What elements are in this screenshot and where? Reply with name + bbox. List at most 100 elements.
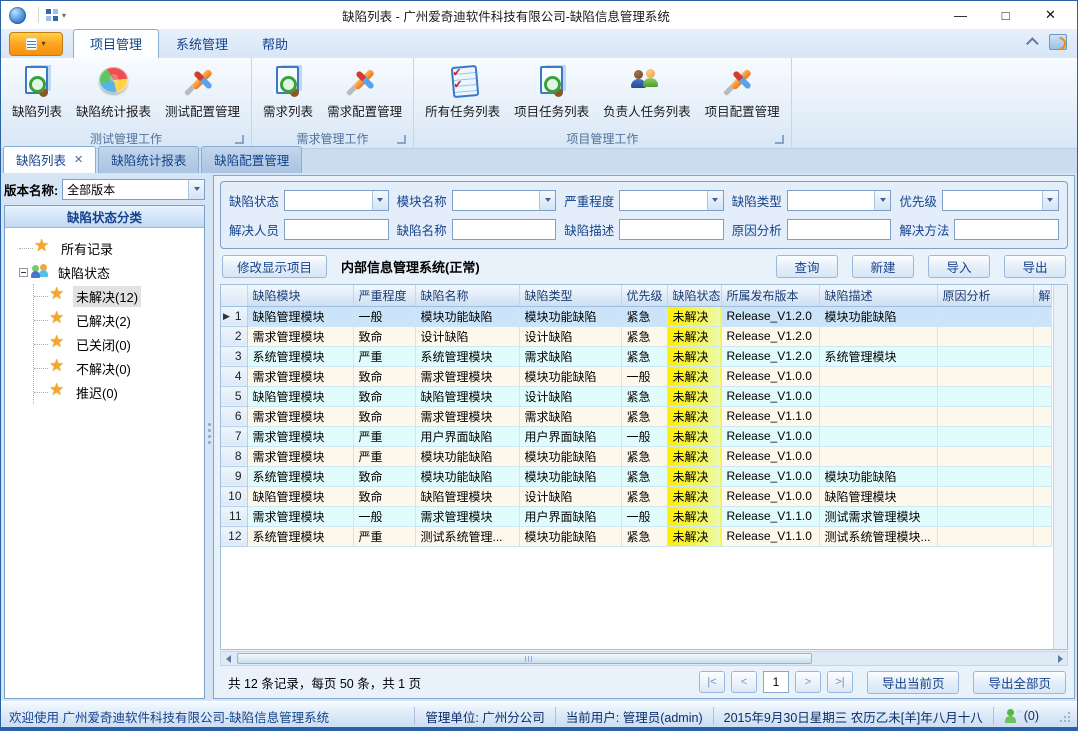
online-users-icon[interactable] xyxy=(1004,708,1020,724)
document-tab[interactable]: 缺陷配置管理 xyxy=(201,146,302,173)
filter-combobox[interactable] xyxy=(942,190,1059,211)
vertical-scrollbar[interactable] xyxy=(1053,285,1067,649)
prev-page-button[interactable]: < xyxy=(731,671,757,693)
table-row[interactable]: 6 需求管理模块 致命 需求管理模块 需求缺陷 紧急 未解决 Release_V… xyxy=(221,406,1052,426)
ribbon-button[interactable]: 项目配置管理 xyxy=(698,60,787,129)
scroll-right-icon[interactable] xyxy=(1053,652,1067,665)
action-button[interactable]: 导入 xyxy=(928,255,990,278)
help-icon[interactable] xyxy=(1049,34,1067,50)
column-header[interactable]: 缺陷类型 xyxy=(519,285,621,306)
ribbon-button-label: 缺陷列表 xyxy=(12,101,62,120)
first-page-button[interactable]: |< xyxy=(699,671,725,693)
tree-item-all-records[interactable]: 所有记录 xyxy=(19,236,202,260)
close-button[interactable]: ✕ xyxy=(1028,3,1073,27)
column-header[interactable]: 原因分析 xyxy=(937,285,1033,306)
filter-combobox[interactable] xyxy=(284,190,389,211)
dialog-launcher-icon[interactable] xyxy=(235,135,244,144)
combo-dropdown-button[interactable] xyxy=(1042,191,1058,210)
app-menu-button[interactable]: ▾ xyxy=(9,32,63,56)
splitter-handle[interactable] xyxy=(205,173,213,701)
cell-type: 设计缺陷 xyxy=(519,386,621,406)
tree-item-status[interactable]: 已解决(2) xyxy=(34,308,202,332)
column-header[interactable]: 所属发布版本 xyxy=(721,285,819,306)
ribbon-button[interactable]: 项目任务列表 xyxy=(507,60,596,129)
minimize-button[interactable]: — xyxy=(938,3,983,27)
ribbon-button-label: 项目配置管理 xyxy=(705,101,780,120)
cell-cause xyxy=(937,326,1033,346)
combo-dropdown-button[interactable] xyxy=(372,191,388,210)
export-current-page-button[interactable]: 导出当前页 xyxy=(867,671,960,694)
dialog-launcher-icon[interactable] xyxy=(397,135,406,144)
tree-item-status[interactable]: 未解决(12) xyxy=(34,284,202,308)
filter-text-input[interactable] xyxy=(954,219,1059,240)
column-header[interactable]: 缺陷名称 xyxy=(415,285,519,306)
table-row[interactable]: 3 系统管理模块 严重 系统管理模块 需求缺陷 紧急 未解决 Release_V… xyxy=(221,346,1052,366)
action-button[interactable]: 导出 xyxy=(1004,255,1066,278)
table-row[interactable]: ▶1 缺陷管理模块 一般 模块功能缺陷 模块功能缺陷 紧急 未解决 Releas… xyxy=(221,306,1052,326)
tree-item-defect-status[interactable]: 缺陷状态 xyxy=(19,260,202,284)
ribbon-button[interactable]: 测试配置管理 xyxy=(158,60,247,129)
ribbon-button[interactable]: 缺陷统计报表 xyxy=(69,60,158,129)
table-row[interactable]: 8 需求管理模块 严重 模块功能缺陷 模块功能缺陷 紧急 未解决 Release… xyxy=(221,446,1052,466)
close-tab-icon[interactable]: ✕ xyxy=(74,153,83,166)
combo-dropdown-button[interactable] xyxy=(707,191,723,210)
ribbon-button[interactable]: 需求列表 xyxy=(256,60,320,129)
table-row[interactable]: 9 系统管理模块 致命 模块功能缺陷 模块功能缺陷 紧急 未解决 Release… xyxy=(221,466,1052,486)
filter-combobox[interactable] xyxy=(452,190,557,211)
maximize-button[interactable]: □ xyxy=(983,3,1028,27)
ribbon-button[interactable]: 缺陷列表 xyxy=(5,60,69,129)
table-row[interactable]: 7 需求管理模块 严重 用户界面缺陷 用户界面缺陷 一般 未解决 Release… xyxy=(221,426,1052,446)
resize-grip[interactable] xyxy=(1057,709,1071,723)
tree-item-status[interactable]: 已关闭(0) xyxy=(34,332,202,356)
page-number-input[interactable] xyxy=(763,671,789,693)
collapse-node-icon[interactable] xyxy=(19,268,28,277)
filter-text-input[interactable] xyxy=(284,219,389,240)
combo-dropdown-button[interactable] xyxy=(874,191,890,210)
horizontal-scrollbar[interactable] xyxy=(220,651,1068,666)
action-button[interactable]: 查询 xyxy=(776,255,838,278)
quick-access-toolbar-icon[interactable] xyxy=(45,8,59,22)
ribbon-button[interactable]: 需求配置管理 xyxy=(320,60,409,129)
export-all-pages-button[interactable]: 导出全部页 xyxy=(973,671,1066,694)
column-header[interactable]: 缺陷描述 xyxy=(819,285,937,306)
table-row[interactable]: 4 需求管理模块 致命 需求管理模块 模块功能缺陷 一般 未解决 Release… xyxy=(221,366,1052,386)
ribbon-tab[interactable]: 帮助 xyxy=(245,29,305,58)
last-page-button[interactable]: >| xyxy=(827,671,853,693)
cell-severity: 严重 xyxy=(353,346,415,366)
column-header[interactable]: 优先级 xyxy=(621,285,667,306)
collapse-ribbon-icon[interactable] xyxy=(1026,37,1039,50)
ribbon-button[interactable]: 负责人任务列表 xyxy=(596,60,698,129)
column-header[interactable]: 缺陷状态 xyxy=(667,285,721,306)
column-header[interactable]: 严重程度 xyxy=(353,285,415,306)
action-button[interactable]: 新建 xyxy=(852,255,914,278)
table-row[interactable]: 10 缺陷管理模块 致命 缺陷管理模块 设计缺陷 紧急 未解决 Release_… xyxy=(221,486,1052,506)
filter-text-input[interactable] xyxy=(619,219,724,240)
next-page-button[interactable]: > xyxy=(795,671,821,693)
scrollbar-thumb[interactable] xyxy=(237,653,812,664)
ribbon-tab[interactable]: 项目管理 xyxy=(73,29,159,58)
table-row[interactable]: 12 系统管理模块 严重 测试系统管理... 模块功能缺陷 紧急 未解决 Rel… xyxy=(221,526,1052,546)
row-number-cell: 11 xyxy=(221,506,247,526)
filter-text-input[interactable] xyxy=(787,219,892,240)
column-header[interactable]: 缺陷模块 xyxy=(247,285,353,306)
filter-combobox[interactable] xyxy=(787,190,892,211)
modify-columns-button[interactable]: 修改显示项目 xyxy=(222,255,327,278)
version-combobox[interactable]: 全部版本 xyxy=(62,179,205,200)
table-row[interactable]: 5 缺陷管理模块 致命 缺陷管理模块 设计缺陷 紧急 未解决 Release_V… xyxy=(221,386,1052,406)
filter-combobox[interactable] xyxy=(619,190,724,211)
column-header[interactable]: 解决方法 xyxy=(1033,285,1052,306)
combo-dropdown-button[interactable] xyxy=(188,180,204,199)
ribbon-tab[interactable]: 系统管理 xyxy=(159,29,245,58)
ribbon-button[interactable]: 所有任务列表 xyxy=(418,60,507,129)
table-row[interactable]: 2 需求管理模块 致命 设计缺陷 设计缺陷 紧急 未解决 Release_V1.… xyxy=(221,326,1052,346)
filter-text-input[interactable] xyxy=(452,219,557,240)
table-row[interactable]: 11 需求管理模块 一般 需求管理模块 用户界面缺陷 一般 未解决 Releas… xyxy=(221,506,1052,526)
tree-item-status[interactable]: 不解决(0) xyxy=(34,356,202,380)
quick-access-dropdown-icon[interactable]: ▾ xyxy=(62,11,66,20)
tree-item-status[interactable]: 推迟(0) xyxy=(34,380,202,404)
scroll-left-icon[interactable] xyxy=(221,652,235,665)
dialog-launcher-icon[interactable] xyxy=(775,135,784,144)
document-tab[interactable]: 缺陷列表 ✕ xyxy=(3,146,96,173)
document-tab[interactable]: 缺陷统计报表 xyxy=(98,146,199,173)
combo-dropdown-button[interactable] xyxy=(539,191,555,210)
